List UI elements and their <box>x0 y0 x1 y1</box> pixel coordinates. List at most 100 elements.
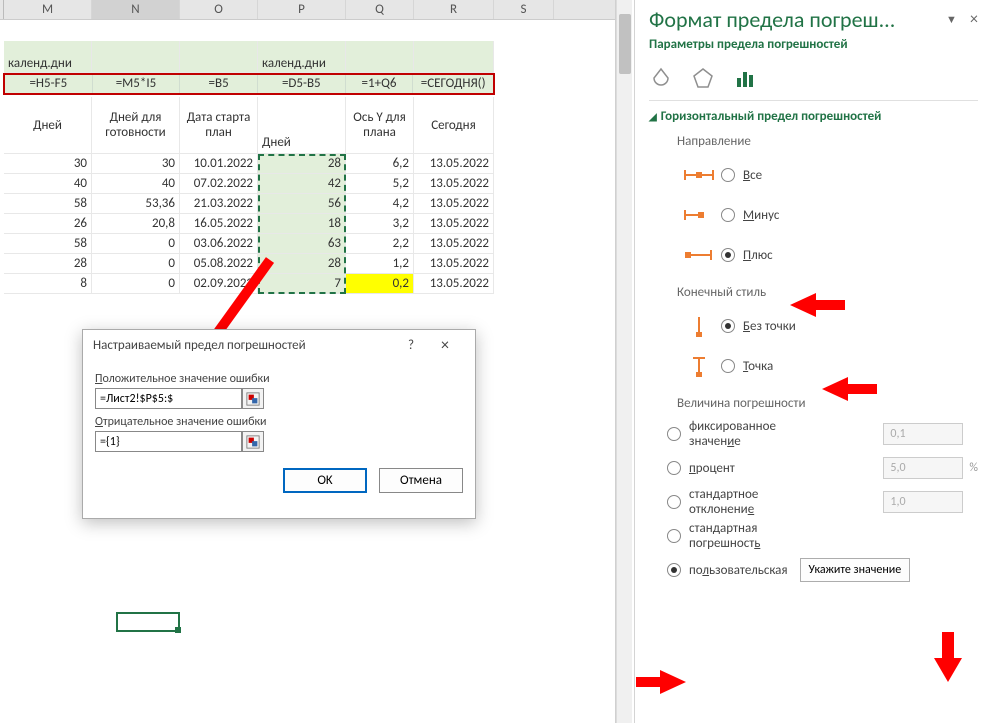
table-cell[interactable]: 42 <box>258 174 346 194</box>
hdr-o[interactable]: Дата старта план <box>180 97 258 154</box>
hdr-m[interactable]: Дней <box>4 97 92 154</box>
active-cell[interactable] <box>116 612 180 632</box>
col-Q[interactable]: Q <box>346 0 414 19</box>
table-cell[interactable]: 28 <box>4 254 92 274</box>
table-cell[interactable]: 3,2 <box>346 214 414 234</box>
table-cell[interactable]: 0 <box>92 274 180 294</box>
col-R[interactable]: R <box>414 0 494 19</box>
table-cell[interactable]: 13.05.2022 <box>414 154 494 174</box>
pane-dropdown-icon[interactable]: ▼ <box>946 13 960 26</box>
table-cell[interactable]: 05.08.2022 <box>180 254 258 274</box>
table-cell[interactable]: 16.05.2022 <box>180 214 258 234</box>
table-cell[interactable]: 26 <box>4 214 92 234</box>
table-cell[interactable]: 13.05.2022 <box>414 274 494 294</box>
fill-line-icon[interactable] <box>649 66 673 90</box>
formula-m[interactable]: =H5-F5 <box>5 75 93 93</box>
hdr-r[interactable]: Сегодня <box>414 97 494 154</box>
scrollbar-vertical[interactable] <box>616 0 632 723</box>
error-amount-label: Величина погрешности <box>677 396 978 411</box>
table-cell[interactable]: 28 <box>258 254 346 274</box>
table-cell[interactable]: 58 <box>4 234 92 254</box>
error-bar-options-icon[interactable] <box>733 66 757 90</box>
range-picker-button[interactable] <box>242 431 264 452</box>
scrollbar-thumb[interactable] <box>619 14 631 74</box>
end-cap-radio[interactable] <box>721 359 735 373</box>
table-cell[interactable]: 02.09.2022 <box>180 274 258 294</box>
amount-fixed-input <box>883 423 963 445</box>
table-cell-highlight[interactable]: 0,2 <box>346 274 414 294</box>
table-cell[interactable]: 13.05.2022 <box>414 194 494 214</box>
col-P[interactable]: P <box>258 0 346 19</box>
formula-o[interactable]: =B5 <box>180 75 258 93</box>
positive-error-input[interactable] <box>95 388 242 409</box>
table-cell[interactable]: 30 <box>4 154 92 174</box>
table-cell[interactable]: 0 <box>92 234 180 254</box>
specify-value-button[interactable]: Укажите значение <box>800 558 911 582</box>
table-cell[interactable]: 20,8 <box>92 214 180 234</box>
formula-q[interactable]: =1+Q6 <box>346 75 414 93</box>
direction-minus-radio[interactable] <box>721 208 735 222</box>
table-cell[interactable]: 13.05.2022 <box>414 174 494 194</box>
pane-close-icon[interactable]: × <box>960 10 978 29</box>
hdr-q[interactable]: Ось Y для плана <box>346 97 414 154</box>
table-cell[interactable]: 07.02.2022 <box>180 174 258 194</box>
table-cell[interactable]: 18 <box>258 214 346 234</box>
cell-band-m[interactable]: календ.дни <box>4 41 92 73</box>
fill-handle-icon[interactable] <box>175 627 181 633</box>
amount-percent-radio[interactable] <box>667 461 681 475</box>
table-cell[interactable]: 0 <box>92 254 180 274</box>
table-cell[interactable]: 2,2 <box>346 234 414 254</box>
formula-n[interactable]: =M5*I5 <box>93 75 181 93</box>
negative-error-input[interactable] <box>95 431 242 452</box>
table-cell[interactable]: 5,2 <box>346 174 414 194</box>
table-cell[interactable]: 4,2 <box>346 194 414 214</box>
direction-minus-label: Минус <box>743 208 779 223</box>
table-cell[interactable]: 28 <box>258 154 346 174</box>
table-cell[interactable]: 03.06.2022 <box>180 234 258 254</box>
table-cell[interactable]: 30 <box>92 154 180 174</box>
cancel-button[interactable]: Отмена <box>379 468 463 493</box>
hdr-p[interactable]: Дней <box>258 97 346 154</box>
table-cell[interactable]: 21.03.2022 <box>180 194 258 214</box>
amount-fixed-radio[interactable] <box>667 427 681 441</box>
section-horizontal-error-bars[interactable]: ◢Горизонтальный предел погрешностей <box>649 109 978 124</box>
table-cell[interactable]: 1,2 <box>346 254 414 274</box>
amount-stderr-radio[interactable] <box>667 529 681 543</box>
positive-error-label: Положительное значение ошибки <box>95 372 463 386</box>
amount-custom-radio[interactable] <box>667 563 681 577</box>
amount-stdev-radio[interactable] <box>667 495 681 509</box>
close-icon[interactable]: × <box>425 336 465 355</box>
col-N[interactable]: N <box>92 0 180 19</box>
col-M[interactable]: M <box>4 0 92 19</box>
col-O[interactable]: O <box>180 0 258 19</box>
cell-band-p[interactable]: календ.дни <box>258 41 346 73</box>
table-cell[interactable]: 63 <box>258 234 346 254</box>
table-cell[interactable]: 58 <box>4 194 92 214</box>
dialog-help-button[interactable]: ? <box>397 338 425 353</box>
table-cell[interactable]: 13.05.2022 <box>414 234 494 254</box>
table-cell[interactable]: 8 <box>4 274 92 294</box>
table-cell[interactable]: 53,36 <box>92 194 180 214</box>
table-cell[interactable]: 40 <box>4 174 92 194</box>
table-cell[interactable]: 13.05.2022 <box>414 254 494 274</box>
table-cell[interactable]: 40 <box>92 174 180 194</box>
table-cell[interactable]: 10.01.2022 <box>180 154 258 174</box>
table-cell[interactable]: 56 <box>258 194 346 214</box>
range-picker-button[interactable] <box>242 388 264 409</box>
formula-r[interactable]: =СЕГОДНЯ() <box>413 75 493 93</box>
direction-plus-radio[interactable] <box>721 248 735 262</box>
dialog-titlebar[interactable]: Настраиваемый предел погрешностей ? × <box>83 330 475 360</box>
direction-both-radio[interactable] <box>721 168 735 182</box>
pane-subtitle[interactable]: Параметры предела погрешностей <box>649 37 978 52</box>
table-cell[interactable]: 6,2 <box>346 154 414 174</box>
formula-p[interactable]: =D5-B5 <box>258 75 346 93</box>
ok-button[interactable]: OK <box>283 468 367 493</box>
effects-icon[interactable] <box>691 66 715 90</box>
end-cap-label: Точка <box>743 359 773 374</box>
table-cell[interactable]: 7 <box>258 274 346 294</box>
amount-stdev-label: стандартное отклонение <box>689 487 819 517</box>
end-nocap-radio[interactable] <box>721 319 735 333</box>
col-S[interactable]: S <box>494 0 554 19</box>
hdr-n[interactable]: Дней для готовности <box>92 97 180 154</box>
table-cell[interactable]: 13.05.2022 <box>414 214 494 234</box>
